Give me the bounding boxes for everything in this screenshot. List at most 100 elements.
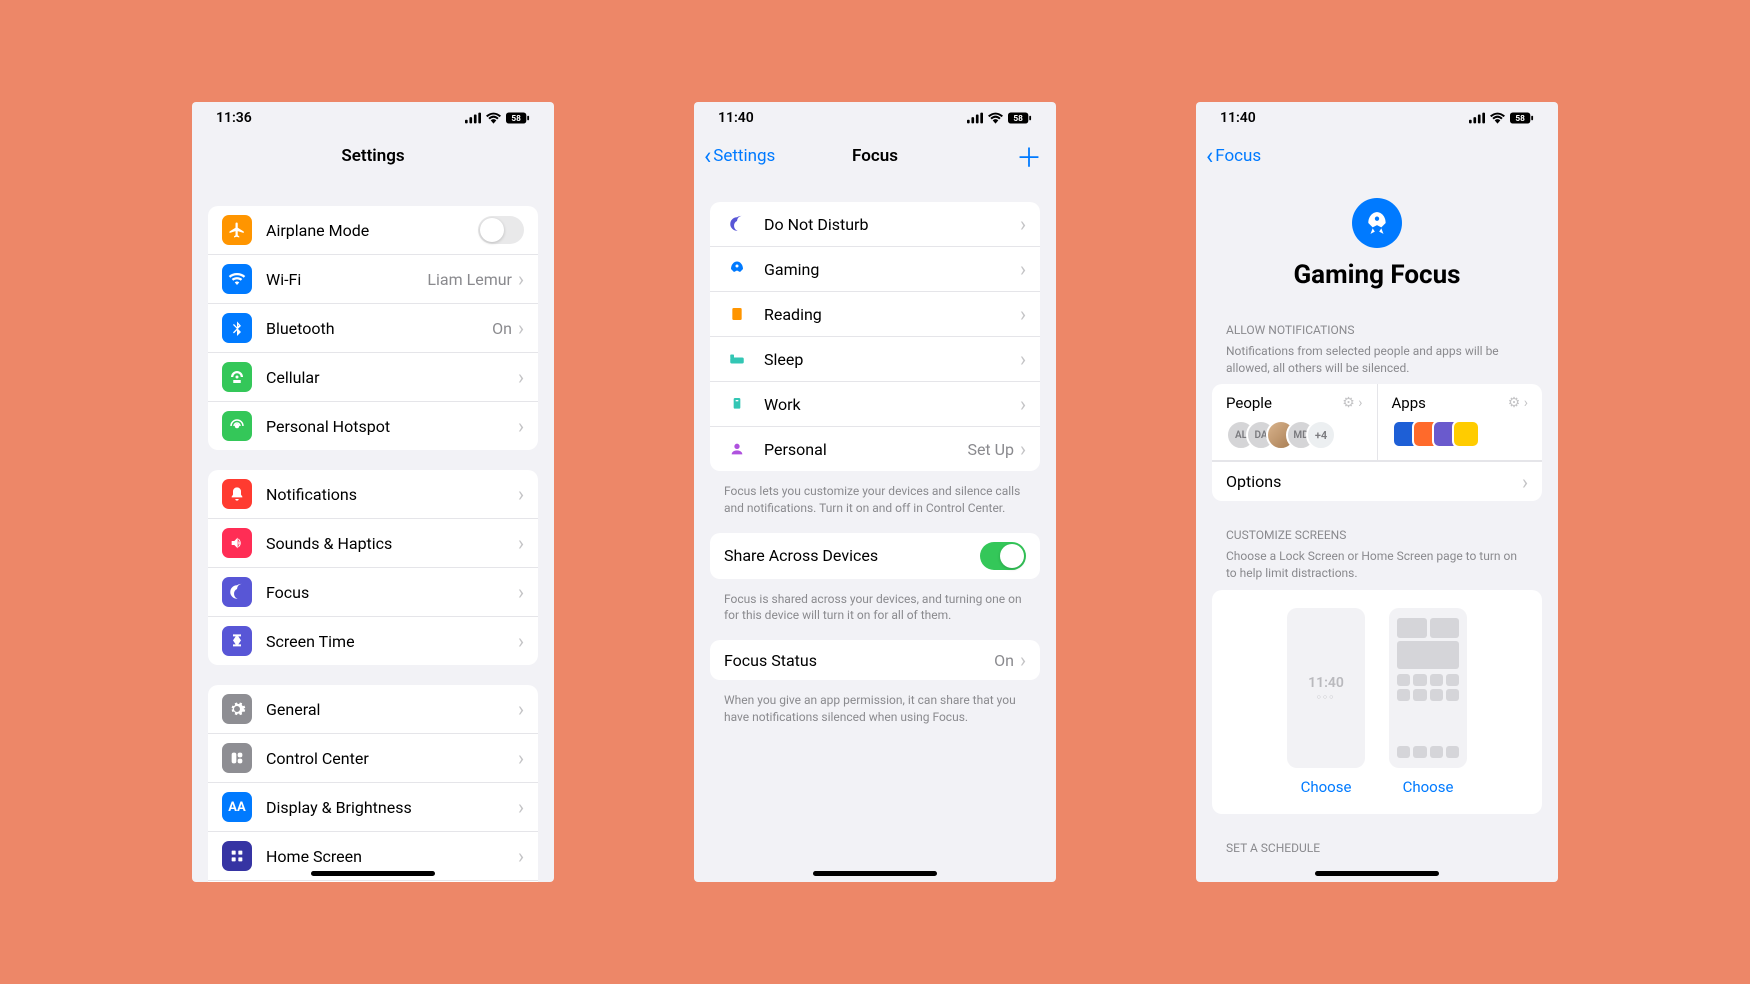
- cellular-signal-icon: [1469, 112, 1485, 124]
- people-label: People: [1226, 394, 1272, 412]
- wifi-icon: [486, 112, 501, 124]
- row-label: Do Not Disturb: [764, 215, 1020, 234]
- page-title: Settings: [341, 146, 404, 166]
- status-indicators: 58: [465, 112, 530, 124]
- settings-row-work[interactable]: Work›: [710, 381, 1040, 426]
- row-label: Wi-Fi: [266, 270, 427, 289]
- gear-icon: ⚙︎ ›: [1342, 395, 1362, 411]
- row-label: Sleep: [764, 350, 1020, 369]
- settings-row-gaming[interactable]: Gaming›: [710, 246, 1040, 291]
- customize-screens-group: 11:40 ○○○ Choose Choose: [1212, 590, 1542, 814]
- settings-row-focus[interactable]: Focus›: [208, 567, 538, 616]
- homescreen-icon: [222, 841, 252, 871]
- back-button[interactable]: ‹Focus: [1206, 144, 1261, 168]
- notifications-icon: [222, 479, 252, 509]
- status-time: 11:36: [216, 110, 252, 126]
- row-label: Home Screen: [266, 847, 518, 866]
- back-label: Focus: [1215, 146, 1261, 166]
- settings-row-general[interactable]: General›: [208, 685, 538, 733]
- row-label: Focus Status: [724, 651, 994, 670]
- cellular-icon: [222, 362, 252, 392]
- row-label: Gaming: [764, 260, 1020, 279]
- settings-row-dnd[interactable]: Do Not Disturb›: [710, 202, 1040, 246]
- row-label: Work: [764, 395, 1020, 414]
- row-label: Display & Brightness: [266, 798, 518, 817]
- share-across-devices-row[interactable]: Share Across Devices: [710, 533, 1040, 579]
- settings-row-screentime[interactable]: Screen Time›: [208, 616, 538, 665]
- settings-content[interactable]: Airplane ModeWi-FiLiam Lemur›BluetoothOn…: [192, 178, 554, 882]
- chevron-left-icon: ‹: [1206, 144, 1213, 168]
- add-button[interactable]: ＋: [1016, 138, 1042, 175]
- general-icon: [222, 694, 252, 724]
- lock-screen-preview: 11:40 ○○○: [1287, 608, 1365, 768]
- focus-content[interactable]: Do Not Disturb›Gaming›Reading›Sleep›Work…: [694, 178, 1056, 882]
- toggle[interactable]: [980, 542, 1026, 570]
- gear-icon: ⚙︎ ›: [1508, 395, 1528, 411]
- apps-label: Apps: [1392, 394, 1426, 412]
- lock-screen-chooser[interactable]: 11:40 ○○○ Choose: [1287, 608, 1365, 796]
- work-icon: [724, 391, 750, 417]
- share-footer: Focus is shared across your devices, and…: [710, 585, 1040, 641]
- settings-row-sounds[interactable]: Sounds & Haptics›: [208, 518, 538, 567]
- settings-row-notifications[interactable]: Notifications›: [208, 470, 538, 518]
- settings-row-cellular[interactable]: Cellular›: [208, 352, 538, 401]
- row-label: Sounds & Haptics: [266, 534, 518, 553]
- row-label: Notifications: [266, 485, 518, 504]
- settings-group: Notifications›Sounds & Haptics›Focus›Scr…: [208, 470, 538, 665]
- settings-row-wifi[interactable]: Wi-FiLiam Lemur›: [208, 254, 538, 303]
- home-screen-chooser[interactable]: Choose: [1389, 608, 1467, 796]
- customize-sub: Choose a Lock Screen or Home Screen page…: [1212, 548, 1542, 590]
- phone-gaming-focus: 11:40 58 ‹Focus Gaming Focus ALLOW NOTIF…: [1196, 102, 1558, 882]
- toggle[interactable]: [478, 216, 524, 244]
- gaming-focus-icon: [1352, 198, 1402, 248]
- focus-name: Gaming Focus: [1212, 260, 1542, 290]
- lock-preview-dots: ○○○: [1317, 693, 1336, 701]
- settings-row-controlcenter[interactable]: Control Center›: [208, 733, 538, 782]
- customize-header: CUSTOMIZE SCREENS: [1212, 521, 1542, 548]
- settings-row-bluetooth[interactable]: BluetoothOn›: [208, 303, 538, 352]
- phone-settings: 11:36 58 Settings Airplane ModeWi-FiLiam…: [192, 102, 554, 882]
- row-label: Cellular: [266, 368, 518, 387]
- home-screen-preview: [1389, 608, 1467, 768]
- avatar-more: +4: [1306, 420, 1336, 450]
- settings-row-personal[interactable]: PersonalSet Up›: [710, 426, 1040, 471]
- settings-row-airplane[interactable]: Airplane Mode: [208, 206, 538, 254]
- row-detail: On: [994, 651, 1014, 670]
- choose-lock-button[interactable]: Choose: [1287, 778, 1365, 796]
- settings-row-accessibility[interactable]: Accessibility›: [208, 880, 538, 882]
- status-bar: 11:40 58: [1196, 102, 1558, 134]
- settings-row-hotspot[interactable]: Personal Hotspot›: [208, 401, 538, 450]
- home-indicator[interactable]: [1315, 871, 1439, 876]
- settings-row-display[interactable]: AADisplay & Brightness›: [208, 782, 538, 831]
- gaming-content[interactable]: Gaming Focus ALLOW NOTIFICATIONS Notific…: [1196, 178, 1558, 882]
- row-detail: Set Up: [967, 440, 1014, 459]
- svg-text:58: 58: [1013, 114, 1023, 124]
- allow-notifications-group: People⚙︎ › ALDAMD+4 Apps⚙︎ › Options ›: [1212, 384, 1542, 501]
- settings-row-reading[interactable]: Reading›: [710, 291, 1040, 336]
- home-indicator[interactable]: [311, 871, 435, 876]
- choose-home-button[interactable]: Choose: [1389, 778, 1467, 796]
- row-label: Focus: [266, 583, 518, 602]
- people-cell[interactable]: People⚙︎ › ALDAMD+4: [1212, 384, 1378, 460]
- sounds-icon: [222, 528, 252, 558]
- lock-preview-time: 11:40: [1308, 675, 1344, 691]
- app-icon: [1452, 420, 1480, 448]
- row-label: Bluetooth: [266, 319, 492, 338]
- page-title: Focus: [852, 146, 898, 166]
- status-time: 11:40: [718, 110, 754, 126]
- allow-sub: Notifications from selected people and a…: [1212, 343, 1542, 385]
- schedule-header: SET A SCHEDULE: [1212, 834, 1542, 861]
- dnd-icon: [724, 211, 750, 237]
- modes-footer: Focus lets you customize your devices an…: [710, 477, 1040, 533]
- options-row[interactable]: Options ›: [1212, 461, 1542, 501]
- rocket-icon: [1364, 210, 1390, 236]
- settings-row-sleep[interactable]: Sleep›: [710, 336, 1040, 381]
- apps-cell[interactable]: Apps ⚙︎ ›: [1378, 384, 1543, 460]
- focus-status-row[interactable]: Focus StatusOn›: [710, 640, 1040, 680]
- home-indicator[interactable]: [813, 871, 937, 876]
- wifi-icon: [1490, 112, 1505, 124]
- back-button[interactable]: ‹Settings: [704, 144, 775, 168]
- row-label: Share Across Devices: [724, 546, 980, 565]
- nav-bar: Settings: [192, 134, 554, 178]
- cellular-signal-icon: [967, 112, 983, 124]
